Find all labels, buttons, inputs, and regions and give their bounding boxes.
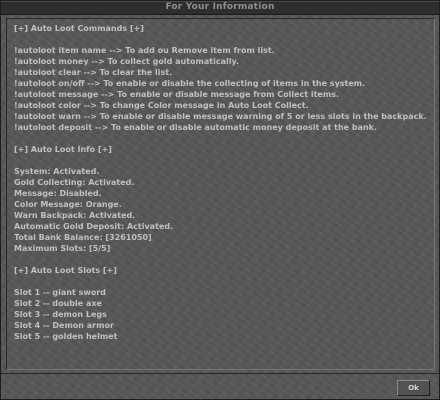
text-line: !autoloot color --> To change Color mess… [14,101,309,110]
text-line: Slot 5 -- golden helmet [14,332,118,341]
section-heading: [+] Auto Loot Commands [+] [14,24,144,33]
fyi-dialog: For Your Information [+] Auto Loot Comma… [0,0,440,400]
text-line: Slot 1 -- giant sword [14,288,106,297]
text-line: !autoloot on/off --> To enable or disabl… [14,79,366,88]
text-line: System: Activated. [14,167,100,176]
ok-button[interactable]: Ok [397,380,430,396]
message-text-area: [+] Auto Loot Commands [+] !autoloot item… [6,18,435,370]
text-line: Slot 3 -- demon Legs [14,310,107,319]
text-line: Slot 2 -- double axe [14,299,102,308]
section-heading: [+] Auto Loot Info [+] [14,145,112,154]
text-line: !autoloot item name --> To add ou Remove… [14,46,275,55]
text-line: Maximum Slots: [5/5] [14,244,111,253]
text-line: Automatic Gold Deposit: Activated. [14,222,174,231]
text-line: Gold Collecting: Activated. [14,178,135,187]
text-line: !autoloot warn --> To enable or disable … [14,112,427,121]
text-line: !autoloot money --> To collect gold auto… [14,57,239,66]
dialog-footer: Ok [1,373,439,400]
text-line: Slot 4 -- Demon armor [14,321,114,330]
text-line: !autoloot message --> To enable or disab… [14,90,339,99]
dialog-title: For Your Information [165,2,275,12]
section-heading: [+] Auto Loot Slots [+] [14,266,117,275]
text-line: !autoloot deposit --> To enable or disab… [14,123,378,132]
message-text: [+] Auto Loot Commands [+] !autoloot item… [7,19,434,342]
text-line: Color Message: Orange. [14,200,122,209]
text-line: !autoloot clear --> To clear the list. [14,68,173,77]
text-line: Message: Disabled. [14,189,102,198]
dialog-titlebar[interactable]: For Your Information [1,1,439,15]
text-line: Warn Backpack: Activated. [14,211,136,220]
text-line: Total Bank Balance: [3261050] [14,233,152,242]
